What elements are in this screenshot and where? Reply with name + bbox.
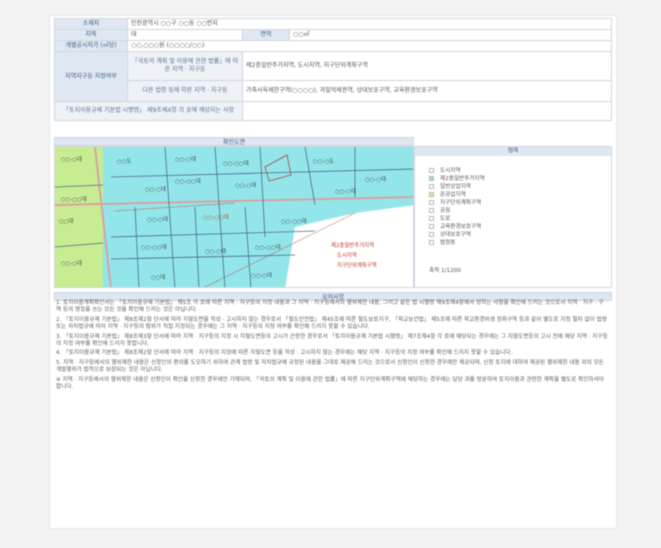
legend-item: 교육환경보호구역	[429, 223, 609, 231]
location-value: 인천광역시 ○○구 ○○동 ○○번지	[127, 18, 612, 30]
map-label: ○○-○대	[145, 187, 167, 193]
map-label: ○○-○대	[147, 217, 169, 223]
legend-spacer	[414, 137, 612, 146]
table-row: 「토지이용규제 기본법 시행령」 제9조제4항 각 호에 해당되는 사항	[54, 101, 612, 121]
map-label: ○○-○대	[61, 157, 83, 163]
legend-swatch-icon	[429, 200, 434, 205]
legend-item: 도로	[429, 215, 609, 223]
land-price-header: 개별공시지가 (㎡당)	[54, 40, 128, 52]
zoning-value-1: 제2종일반주거지역, 도시지역, 지구단위계획구역	[242, 51, 612, 81]
legend-item: 일반상업지역	[429, 183, 609, 191]
map-label: ○○-○대	[175, 157, 197, 163]
legend-swatch-icon	[429, 232, 434, 237]
map-label: 도시지역	[337, 253, 357, 259]
legend-item-label: 상대보호구역	[440, 232, 471, 238]
land-category-value: 대	[127, 29, 243, 41]
legend-item-label: 도로	[440, 216, 451, 222]
legend-item: 도시지역	[429, 167, 609, 175]
legend-item: 준공업지역	[429, 191, 609, 199]
map-label: ○○-○○대	[255, 245, 281, 251]
map-label: ○○-○○대	[141, 245, 167, 251]
map-label: ○○-○○대	[203, 215, 229, 221]
map-label: ○○-○대	[235, 183, 257, 189]
legend-title: 범례	[415, 147, 611, 156]
zoning-value-3	[242, 101, 612, 121]
note-paragraph: 2. 「토지이용규제 기본법」 제8조제2항 단서에 따라 지형도면을 작성 ·…	[56, 316, 607, 331]
zoning-sub-header-1: 「국토의 계획 및 이용에 관한 법률」에 따른 지역 · 지구등	[127, 51, 243, 81]
legend-list: 도시지역제2종일반주거지역일반상업지역준공업지역지구단위계획구역공원도로교육환경…	[429, 167, 609, 247]
legend-item: 공원	[429, 207, 609, 215]
legend-swatch-icon	[429, 184, 434, 189]
map-label: 제2종일반주거지역	[331, 243, 375, 249]
table-row: 지역지구등 지정여부 「국토의 계획 및 이용에 관한 법률」에 따른 지역 ·…	[54, 51, 612, 102]
note-paragraph: 3. 「토지이용규제 기본법」 제8조제3항 단서에 따라 지역 · 지구등의 …	[56, 333, 608, 348]
map-label: ○○-○대	[205, 249, 227, 255]
land-price-value: ○○,○○○원 (○○○○/○○)	[127, 40, 612, 52]
document-page: 소재지 인천광역시 ○○구 ○○동 ○○번지 지목 대 면적 ○○㎡ 개별공시지…	[50, 16, 616, 528]
zoning-value-2: 가축사육제한구역(○○○○), 과밀억제권역, 상대보호구역, 교육환경보호구역	[242, 80, 612, 102]
map-label: ○○-○○대	[175, 179, 201, 185]
legend-item-label: 제2종일반주거지역	[440, 176, 485, 182]
legend-item-label: 준공업지역	[440, 192, 466, 198]
notes-body: 1. 토지이용계획확인서는 「토지이용규제 기본법」 제5조 각 호에 따른 지…	[56, 300, 608, 393]
legend-item-label: 법정동	[440, 240, 456, 246]
map-label: ○○도	[117, 159, 132, 165]
legend-item-label: 일반상업지역	[440, 184, 471, 190]
legend-swatch-icon	[429, 208, 434, 213]
legend-swatch-icon	[429, 168, 434, 173]
legend-item: 법정동	[429, 239, 609, 247]
zoning-sub-header-2: 다른 법령 등에 따른 지역 · 지구등	[127, 80, 243, 102]
note-paragraph: 1. 토지이용계획확인서는 「토지이용규제 기본법」 제5조 각 호에 따른 지…	[56, 300, 604, 314]
land-category-header: 지목	[54, 29, 128, 41]
cadastral-map: ○○-○대 ○○도 ○○-○대 ○○-○○대 ○○-○도 ○○-○대 ○○-○○…	[54, 146, 414, 288]
legend-swatch-icon	[429, 216, 434, 221]
map-label: ○○-○도	[313, 159, 335, 165]
note-paragraph: 5. 지역 · 지구등에서의 행위제한 내용은 신청인의 편의를 도모하기 위하…	[56, 359, 604, 374]
location-header: 소재지	[54, 18, 128, 30]
table-row: 개별공시지가 (㎡당) ○○,○○○원 (○○○○/○○)	[54, 40, 612, 52]
map-label: ○○-○대	[365, 177, 387, 183]
table-row: 소재지 인천광역시 ○○구 ○○동 ○○번지	[54, 18, 612, 30]
note-paragraph: ※ 지역 · 지구등에서의 행위제한 내용은 신청인이 확인을 신청한 경우에만…	[56, 376, 604, 391]
area-value: ○○㎡	[289, 29, 612, 41]
zoning-sub-header-3: 「토지이용규제 기본법 시행령」 제9조제4항 각 호에 해당되는 사항	[54, 101, 243, 121]
area-header: 면적	[242, 29, 290, 41]
legend-item: 제2종일반주거지역	[429, 175, 609, 183]
map-label: ○○-○○대	[61, 197, 87, 203]
map-label: ○○-○○대	[281, 219, 307, 225]
table-row: 다른 법령 등에 따른 지역 · 지구등 가축사육제한구역(○○○○), 과밀억…	[55, 80, 612, 102]
legend-item: 상대보호구역	[429, 231, 609, 239]
legend-swatch-icon	[429, 192, 434, 197]
land-info-table: 소재지 인천광역시 ○○구 ○○동 ○○번지 지목 대 면적 ○○㎡ 개별공시지…	[54, 18, 612, 121]
map-label: ○○대	[59, 219, 74, 225]
note-paragraph: 4. 「토지이용규제 기본법」 제8조제2항 단서에 따라 지역 · 지구등의 …	[56, 350, 513, 357]
legend-item-label: 교육환경보호구역	[440, 224, 482, 230]
map-label: 지구단위계획구역	[337, 263, 377, 269]
map-label: ○○-○대	[335, 189, 357, 195]
legend-swatch-icon	[429, 240, 434, 245]
map-section-title: 확인도면	[54, 137, 414, 146]
map-label: ○○-○○대	[223, 161, 249, 167]
legend-swatch-icon	[429, 176, 434, 181]
legend-swatch-icon	[429, 224, 434, 229]
table-row: 지목 대 면적 ○○㎡	[54, 29, 612, 41]
map-label: ○○-○대	[251, 273, 273, 279]
map-label: ○○대	[151, 275, 166, 281]
zoning-header: 지역지구등 지정여부	[54, 51, 128, 102]
map-legend: 범례 도시지역제2종일반주거지역일반상업지역준공업지역지구단위계획구역공원도로교…	[414, 146, 612, 288]
legend-item-label: 도시지역	[440, 168, 461, 174]
legend-item-label: 지구단위계획구역	[440, 200, 482, 206]
map-scale: 축척 1/1200	[429, 268, 461, 274]
map-label: ○○-○대	[61, 261, 83, 267]
legend-item: 지구단위계획구역	[429, 199, 609, 207]
legend-item-label: 공원	[440, 208, 451, 214]
